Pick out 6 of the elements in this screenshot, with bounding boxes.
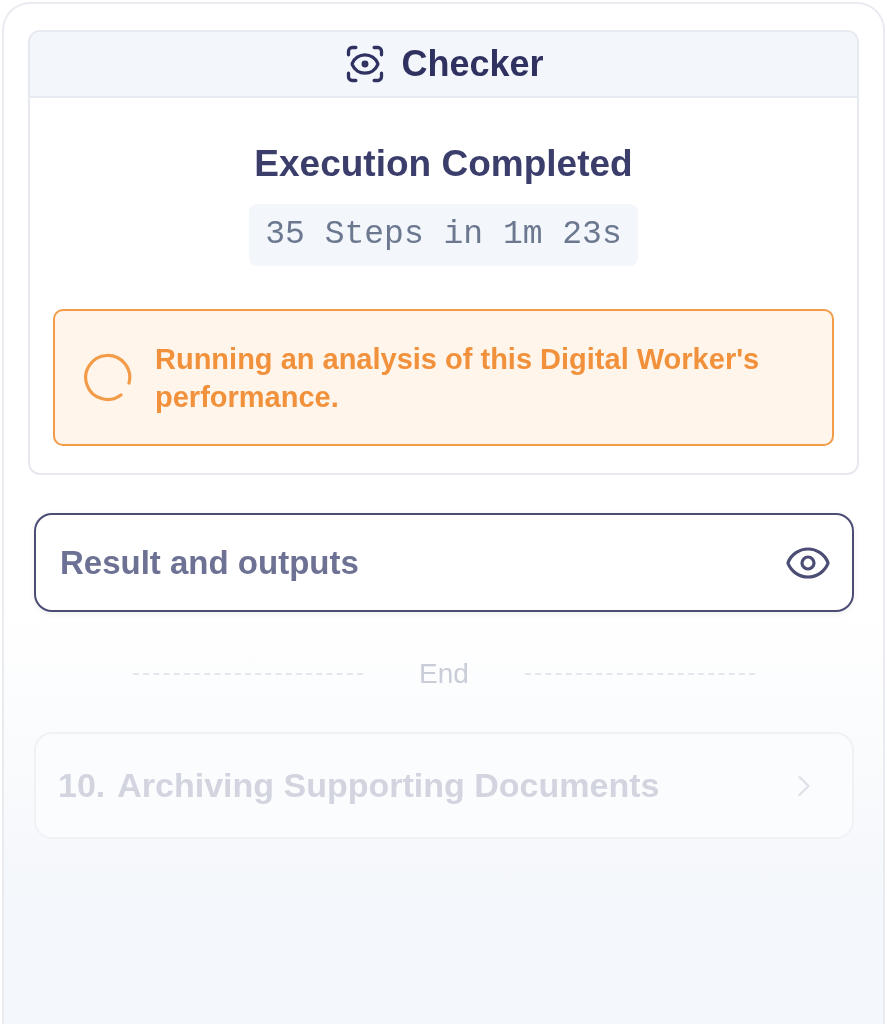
alert-message: Running an analysis of this Digital Worker's performance. (155, 341, 761, 415)
result-outputs-button[interactable]: Result and outputs (34, 513, 854, 612)
stats-pill: 35 Steps in 1m 23s (249, 204, 638, 266)
status-title: Execution Completed (254, 142, 633, 186)
spinner-icon (81, 351, 133, 404)
card-title: Checker (401, 46, 544, 82)
